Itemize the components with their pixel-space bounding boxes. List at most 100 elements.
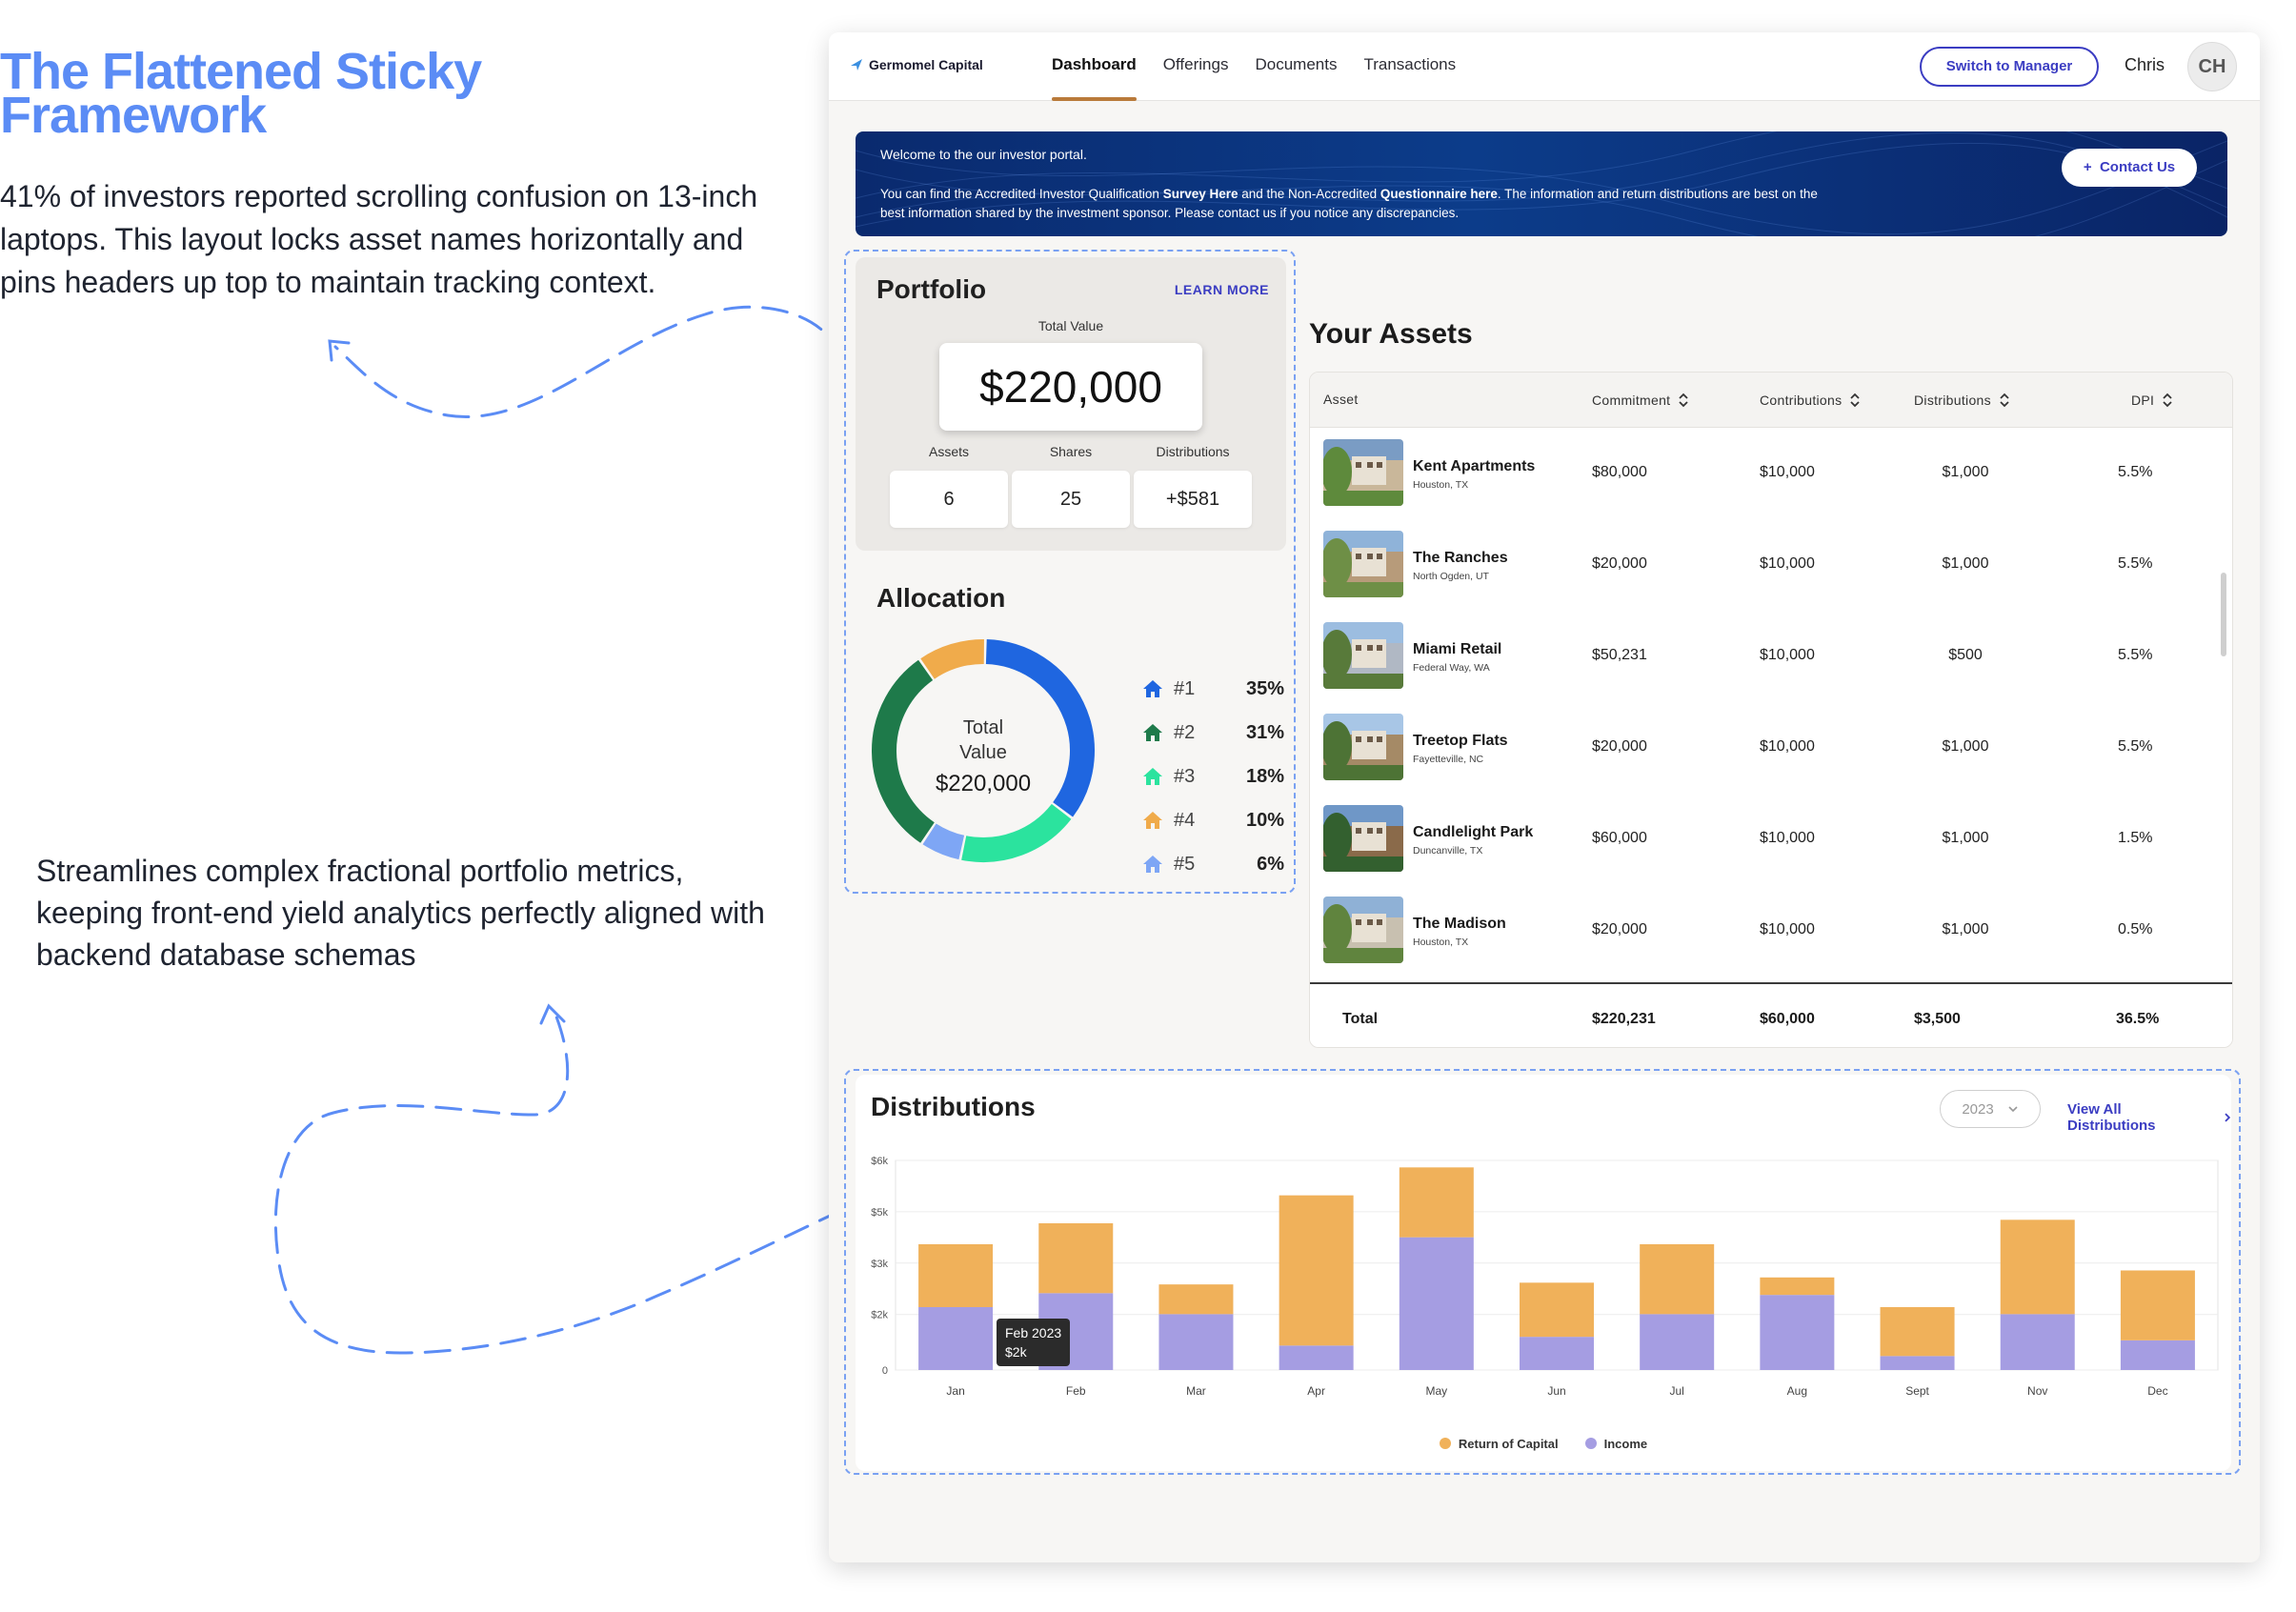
bar-income[interactable]	[918, 1307, 994, 1370]
column-header-distributions[interactable]: Distributions	[1914, 392, 2010, 409]
tab-transactions[interactable]: Transactions	[1350, 32, 1469, 101]
donut-segment	[961, 803, 1072, 862]
distributions-card: Distributions 2023 View All Distribution…	[856, 1075, 2231, 1471]
y-tick-label: $3k	[871, 1259, 888, 1270]
asset-name: Treetop Flats	[1413, 733, 1508, 749]
column-header-commitment[interactable]: Commitment	[1592, 392, 1689, 409]
column-header-dpi[interactable]: DPI	[2131, 392, 2173, 409]
tab-offerings[interactable]: Offerings	[1150, 32, 1242, 101]
stat-value: 25	[1012, 471, 1130, 528]
bar-income[interactable]	[1760, 1295, 1835, 1370]
donut-center-value: $220,000	[936, 771, 1031, 796]
asset-thumbnail	[1323, 531, 1403, 597]
bar-income[interactable]	[1158, 1314, 1234, 1370]
bar-return-of-capital[interactable]	[918, 1244, 994, 1307]
tooltip-line-2: $2k	[1005, 1344, 1027, 1360]
bar-return-of-capital[interactable]	[1279, 1195, 1354, 1346]
bar-income[interactable]	[2120, 1340, 2195, 1370]
bar-income[interactable]	[1399, 1237, 1474, 1370]
learn-more-link[interactable]: LEARN MORE	[1175, 282, 1269, 297]
bar-income[interactable]	[1880, 1356, 1955, 1370]
cell-distributions: $1,000	[1942, 738, 1989, 755]
cell-dpi: 5.5%	[2118, 738, 2153, 755]
table-row[interactable]: The Ranches North Ogden, UT $20,000 $10,…	[1310, 519, 2232, 611]
bar-return-of-capital[interactable]	[2000, 1219, 2075, 1315]
bar-income[interactable]	[1520, 1337, 1594, 1370]
brand-logo[interactable]: Germomel Capital	[850, 57, 983, 72]
donut-center-label-1: Total	[963, 717, 1003, 738]
bar-return-of-capital[interactable]	[1520, 1282, 1594, 1338]
house-icon	[1143, 724, 1162, 741]
y-tick-label: $6k	[871, 1156, 888, 1167]
bar-income[interactable]	[2000, 1314, 2075, 1370]
cell-distributions: $1,000	[1942, 921, 1989, 937]
x-tick-label: Aug	[1787, 1384, 1807, 1398]
tab-documents[interactable]: Documents	[1241, 32, 1350, 101]
stat-label: Assets	[928, 444, 969, 459]
x-tick-label: Jul	[1670, 1384, 1684, 1398]
total-contributions: $60,000	[1760, 1011, 1815, 1027]
x-tick-label: May	[1425, 1384, 1447, 1398]
asset-thumbnail	[1323, 805, 1403, 872]
tab-dashboard[interactable]: Dashboard	[1038, 32, 1150, 101]
cell-contributions: $10,000	[1760, 921, 1815, 937]
table-row[interactable]: Candlelight Park Duncanville, TX $60,000…	[1310, 794, 2232, 885]
column-header-contributions[interactable]: Contributions	[1760, 392, 1861, 409]
bar-return-of-capital[interactable]	[2120, 1270, 2195, 1340]
contact-us-button[interactable]: + Contact Us	[2062, 149, 2197, 187]
allocation-legend-item: #5 6%	[1141, 850, 1284, 878]
sort-icon	[2000, 393, 2009, 408]
cell-contributions: $10,000	[1760, 738, 1815, 755]
table-row[interactable]: Treetop Flats Fayetteville, NC $20,000 $…	[1310, 702, 2232, 794]
sort-icon	[1850, 393, 1861, 408]
bar-return-of-capital[interactable]	[1640, 1244, 1715, 1315]
bar-return-of-capital[interactable]	[1038, 1223, 1114, 1294]
table-row[interactable]: The Madison Houston, TX $20,000 $10,000 …	[1310, 885, 2232, 977]
asset-thumbnail	[1323, 897, 1403, 963]
x-tick-label: Feb	[1066, 1384, 1086, 1398]
house-icon	[1143, 856, 1162, 873]
stat-value: +$581	[1134, 471, 1252, 528]
arrow-1-path	[333, 305, 844, 418]
allocation-percent: 10%	[1245, 809, 1284, 831]
cell-dpi: 1.5%	[2118, 830, 2153, 846]
survey-link[interactable]: Survey Here	[1163, 187, 1239, 201]
questionnaire-link[interactable]: Questionnaire here	[1380, 187, 1498, 201]
house-icon	[1143, 812, 1162, 829]
donut-center-label-2: Value	[959, 742, 1007, 763]
y-tick-label: 0	[882, 1365, 888, 1377]
legend-label: Return of Capital	[1458, 1437, 1559, 1451]
brand-mark-icon	[851, 59, 862, 71]
bar-return-of-capital[interactable]	[1399, 1167, 1474, 1238]
stat-distributions: Distributions +$581	[1134, 444, 1252, 528]
cell-dpi: 5.5%	[2118, 464, 2153, 480]
avatar[interactable]: CH	[2187, 42, 2237, 91]
house-icon	[1143, 768, 1162, 785]
bar-income[interactable]	[1279, 1345, 1354, 1370]
asset-location: Duncanville, TX	[1413, 845, 1483, 856]
donut-segment	[920, 639, 985, 679]
column-header-label: Contributions	[1760, 393, 1843, 408]
bar-income[interactable]	[1640, 1314, 1715, 1370]
bar-return-of-capital[interactable]	[1760, 1277, 1835, 1296]
top-navigation: Germomel Capital Dashboard Offerings Doc…	[829, 32, 2260, 101]
legend-label: Income	[1603, 1437, 1648, 1451]
house-icon	[1143, 680, 1162, 697]
table-scrollbar[interactable]	[2221, 573, 2226, 656]
total-label: Total	[1342, 1011, 1379, 1027]
table-row[interactable]: Miami Retail Federal Way, WA $50,231 $10…	[1310, 611, 2232, 702]
bar-return-of-capital[interactable]	[1158, 1284, 1234, 1315]
bar-return-of-capital[interactable]	[1880, 1307, 1955, 1357]
allocation-legend-item: #4 10%	[1141, 806, 1284, 835]
switch-to-manager-button[interactable]: Switch to Manager	[1920, 47, 2099, 87]
assets-title: Your Assets	[1309, 318, 1473, 350]
cell-contributions: $10,000	[1760, 830, 1815, 846]
y-tick-label: $5k	[871, 1207, 888, 1219]
table-row[interactable]: Kent Apartments Houston, TX $80,000 $10,…	[1310, 428, 2232, 519]
arrow-2-head	[539, 1003, 566, 1025]
column-header-asset: Asset	[1323, 392, 1359, 407]
assets-total-row: Total $220,231 $60,000 $3,500 36.5%	[1310, 982, 2232, 1047]
asset-location: Fayetteville, NC	[1413, 754, 1484, 765]
cell-commitment: $60,000	[1592, 830, 1647, 846]
nav-tabs: Dashboard Offerings Documents Transactio…	[1038, 32, 1469, 101]
